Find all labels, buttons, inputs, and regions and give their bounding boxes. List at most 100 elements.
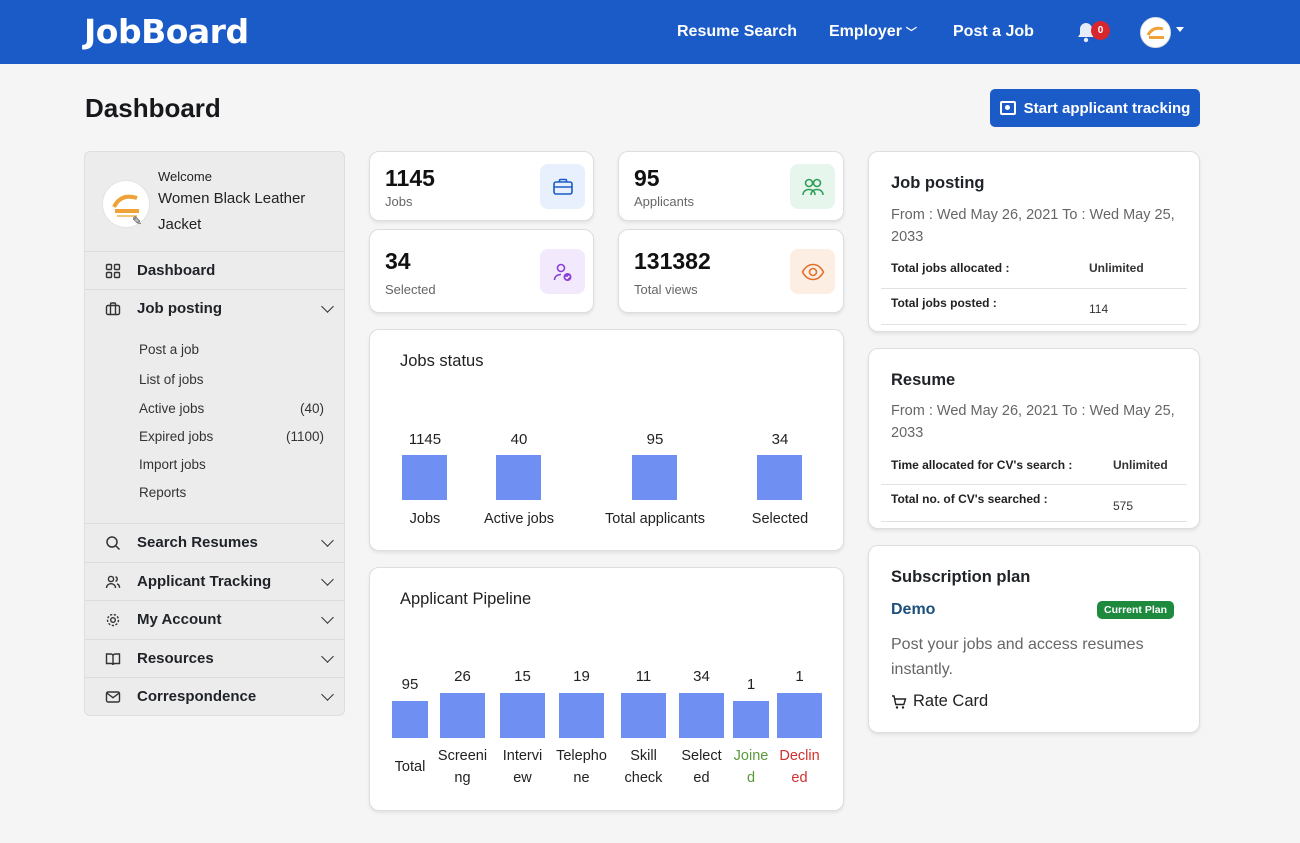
chevron-down-icon: ﹀ [905,27,917,39]
applicant-pipeline-card: Applicant Pipeline 95 Total 26 Screeni ng 15 I… [369,567,844,811]
current-plan-badge: Current Plan [1097,601,1175,619]
sidebar-item-correspondence[interactable]: Correspondence [85,677,344,715]
pipeline-bar-value: 1 [795,668,804,685]
page-title: Dashboard [85,93,221,123]
pipeline-bar[interactable] [621,693,666,738]
sidebar-item-label: My Account [137,611,222,628]
nav-post-a-job[interactable]: Post a Job [953,23,1034,41]
pipeline-label-line1: Screeni [437,748,488,764]
stat-value: 131382 [634,248,711,274]
bar-selected[interactable] [757,455,802,500]
user-check-icon [540,249,585,294]
plan-name: Demo [891,601,936,618]
chevron-down-icon [321,534,334,547]
stat-label: Total views [634,282,698,297]
stat-value: 95 [634,165,660,191]
book-icon [105,653,121,666]
sidebar: ✎ Welcome Women Black Leather Jacket Das… [84,151,345,716]
start-applicant-tracking-button[interactable]: Start applicant tracking [990,89,1200,127]
rate-card-label: Rate Card [913,692,989,710]
nav-employer-label: Employer [829,23,902,40]
time-allocated-value: Unlimited [1113,458,1168,472]
sub-item-reports[interactable]: Reports [139,485,186,500]
sub-item-expired-jobs[interactable]: Expired jobs [139,429,213,444]
sidebar-item-label: Dashboard [137,262,216,279]
welcome-text: Welcome [158,169,212,184]
chevron-down-icon [321,650,334,663]
nav-employer[interactable]: Employer ﹀ [829,23,917,41]
sidebar-item-job-posting[interactable]: Job posting [85,289,344,327]
stat-card-selected[interactable]: 34 Selected [369,229,594,313]
jobs-status-card: Jobs status 1145 Jobs 40 Active jobs 95 … [369,329,844,551]
bar-total-applicants[interactable] [632,455,677,500]
sidebar-item-my-account[interactable]: My Account [85,600,344,638]
pipeline-label-line2: ng [454,770,471,786]
resume-dates: From : Wed May 26, 2021 To : Wed May 25,… [891,403,1175,441]
pipeline-bar[interactable] [733,701,769,738]
resume-panel-title: Resume [891,371,956,389]
gear-icon [106,613,120,627]
pipeline-bar-label: Screeni ng [428,745,497,789]
mail-icon [105,691,121,703]
chevron-down-icon [321,688,334,701]
user-avatar[interactable] [1140,17,1171,48]
divider [881,288,1187,289]
total-jobs-posted-value: 114 [1089,302,1109,316]
sidebar-item-search-resumes[interactable]: Search Resumes [85,523,344,561]
edit-pencil-icon[interactable]: ✎ [132,214,142,228]
pipeline-bar[interactable] [679,693,724,738]
chevron-down-icon [321,300,334,313]
sub-item-post-a-job[interactable]: Post a job [139,342,199,357]
stat-label: Selected [385,282,436,297]
pipeline-bar[interactable] [440,693,485,738]
brand-logo[interactable]: JobBoard [84,12,249,51]
pipeline-bar-label: Telepho ne [547,745,616,789]
expired-jobs-count: (1100) [285,429,324,444]
pipeline-bar-value: 26 [454,668,471,685]
plan-description: Post your jobs and access resumes instan… [891,636,1144,678]
profile-avatar[interactable] [102,180,150,228]
pipeline-label-line2: ne [573,770,590,786]
sidebar-item-applicant-tracking[interactable]: Applicant Tracking [85,562,344,600]
job-posting-panel-title: Job posting [891,174,985,192]
sidebar-item-label: Correspondence [137,688,257,705]
pipeline-bar[interactable] [777,693,822,738]
sub-item-active-jobs[interactable]: Active jobs [139,401,204,416]
time-allocated-label: Time allocated for CV's search : [891,458,1073,472]
pipeline-label-line2: ed [791,770,808,786]
stat-card-total-views[interactable]: 131382 Total views [618,229,844,313]
start-applicant-tracking-label: Start applicant tracking [1023,99,1191,117]
resume-panel: Resume From : Wed May 26, 2021 To : Wed … [868,348,1200,529]
chevron-down-icon [321,611,334,624]
bar-jobs[interactable] [402,455,447,500]
user-name: Women Black Leather Jacket [158,190,306,233]
cv-searched-label: Total no. of CV's searched : [891,492,1048,506]
pipeline-bar[interactable] [559,693,604,738]
sidebar-item-resources[interactable]: Resources [85,639,344,677]
caret-down-icon[interactable] [1176,27,1184,32]
eye-icon [790,249,835,294]
search-icon [106,536,121,551]
pipeline-bar[interactable] [500,693,545,738]
briefcase-icon [540,164,585,209]
divider [881,521,1187,522]
stat-card-applicants[interactable]: 95 Applicants [618,151,844,221]
grid-icon [105,263,121,279]
sidebar-item-dashboard[interactable]: Dashboard [85,251,344,289]
notification-badge: 0 [1091,21,1110,40]
rate-card-link[interactable]: Rate Card [891,692,988,711]
sub-item-list-of-jobs[interactable]: List of jobs [139,372,204,387]
pipeline-bar-label: Declin ed [765,745,834,789]
bar-active-jobs[interactable] [496,455,541,500]
nav-resume-search[interactable]: Resume Search [677,23,797,41]
subscription-title: Subscription plan [891,568,1031,586]
bar-value: 40 [510,431,528,448]
stat-card-jobs[interactable]: 1145 Jobs [369,151,594,221]
stat-value: 34 [385,248,411,274]
pipeline-bar[interactable] [392,701,428,738]
sub-item-import-jobs[interactable]: Import jobs [139,457,206,472]
job-posting-dates: From : Wed May 26, 2021 To : Wed May 25,… [891,207,1175,245]
pipeline-bar-value: 19 [573,668,590,685]
bar-label: Active jobs [483,511,555,527]
total-jobs-allocated-label: Total jobs allocated : [891,261,1010,275]
